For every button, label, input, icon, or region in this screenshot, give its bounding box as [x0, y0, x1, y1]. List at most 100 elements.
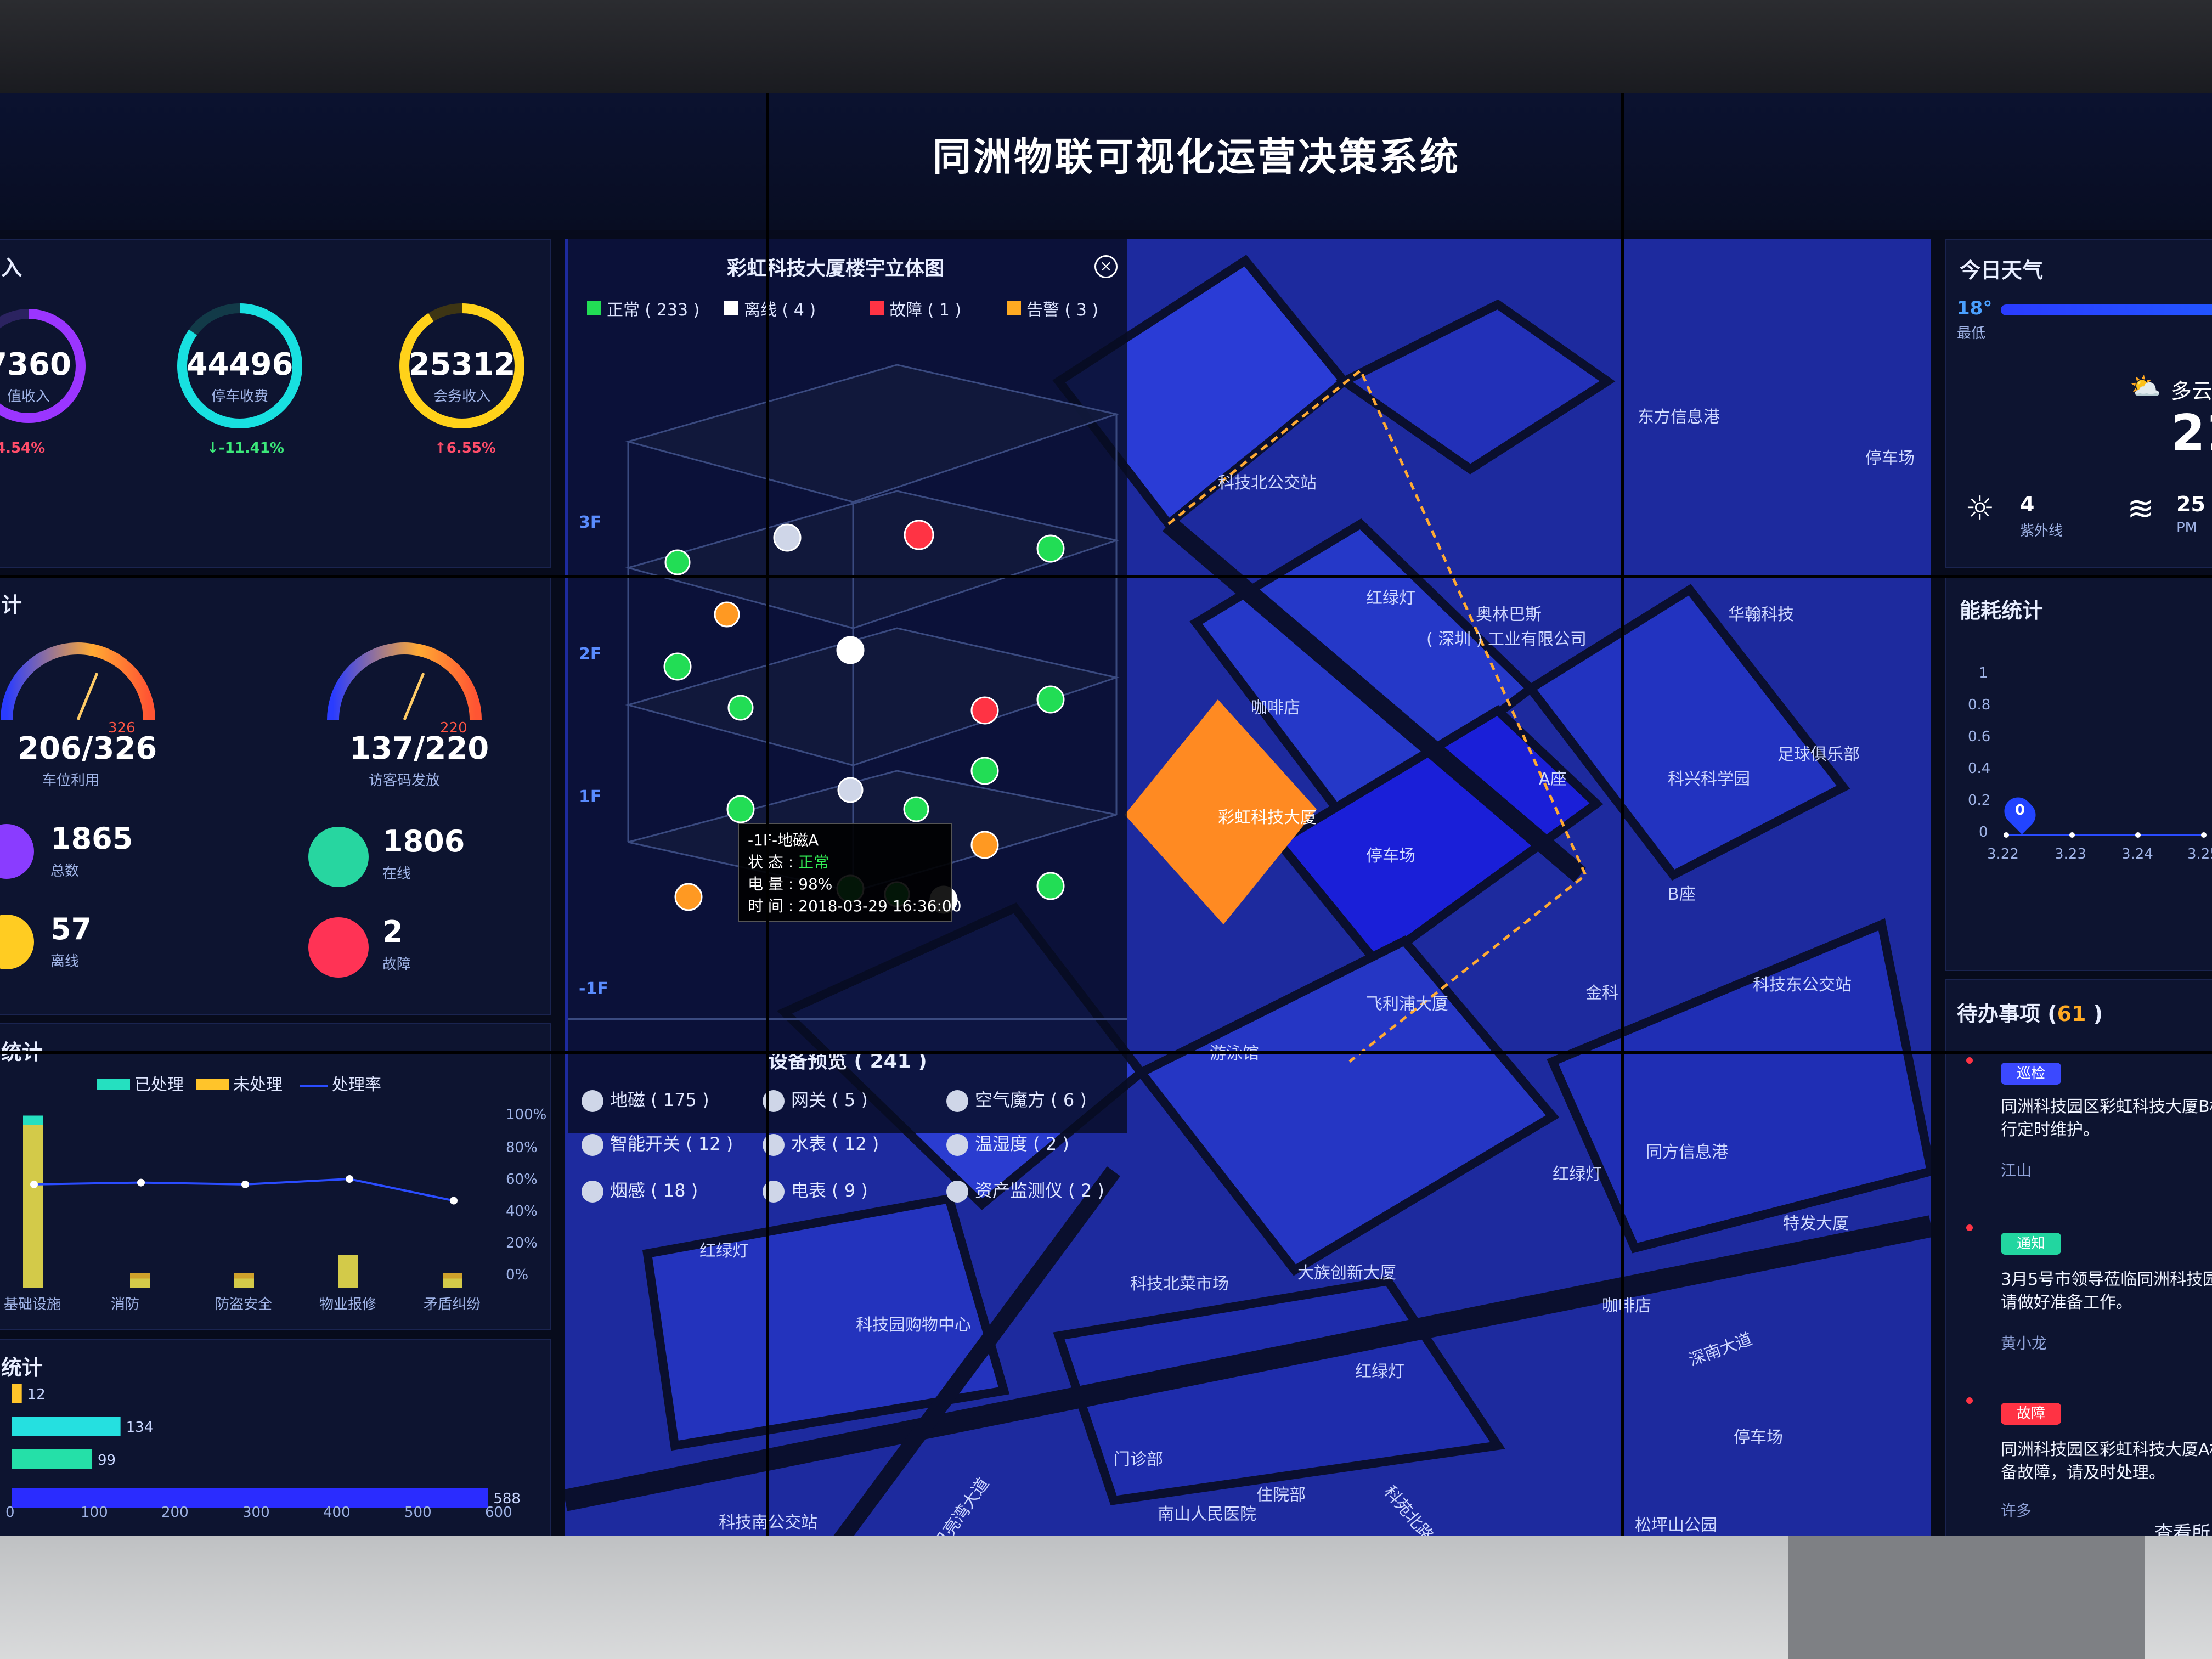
energy-chart — [2004, 832, 2207, 838]
todo-text-1[interactable]: 同洲科技园区彩虹科技大厦B栋进行定时维护。 — [2001, 1096, 2212, 1142]
smart-switch-icon — [582, 1134, 603, 1156]
rate-point-0[interactable] — [30, 1180, 38, 1188]
map-label-philips[interactable]: 飞利浦大厦 — [1366, 990, 1448, 1014]
map-label-b-block[interactable]: B座 — [1668, 881, 1696, 905]
map-label-traffic-1[interactable]: 红绿灯 — [1366, 584, 1415, 608]
map-label-rainbow[interactable]: 彩虹科技大厦 — [1218, 804, 1317, 828]
rate-point-2[interactable] — [241, 1180, 249, 1188]
map-label-parking-3[interactable]: 停车场 — [1734, 1424, 1783, 1448]
map-label-a-block[interactable]: A座 — [1539, 765, 1567, 789]
device-power-meter[interactable]: 电表 ( 9 ) — [763, 1177, 868, 1203]
temp-bar — [2001, 304, 2212, 315]
map-label-cafe-1[interactable]: 咖啡店 — [1251, 694, 1300, 718]
legend-normal-swatch — [587, 301, 601, 315]
map-label-hospital[interactable]: 南山人民医院 — [1158, 1500, 1256, 1525]
map-label-traffic-2[interactable]: 红绿灯 — [1553, 1160, 1602, 1184]
todo-text-3[interactable]: 同洲科技园区彩虹科技大厦A栋设备故障，请及时处理。 — [2001, 1438, 2212, 1485]
tooltip-time: 时 间 : 2018-03-29 16:36:00 — [748, 897, 962, 915]
map-label-parking-1[interactable]: 停车场 — [1865, 444, 1915, 469]
device-air-cube[interactable]: 空气魔方 ( 6 ) — [946, 1086, 1087, 1112]
device-water-meter[interactable]: 水表 ( 12 ) — [763, 1130, 879, 1156]
legend-rate-swatch — [300, 1084, 328, 1087]
device-magnetic[interactable]: 地磁 ( 175 ) — [582, 1086, 709, 1112]
rate-point-4[interactable] — [450, 1197, 458, 1205]
wall-top — [0, 0, 2212, 93]
map-label-market[interactable]: 科技北菜市场 — [1130, 1270, 1229, 1294]
legend-fault[interactable]: 故障 ( 1 ) — [870, 296, 961, 320]
rate-point-1[interactable] — [137, 1178, 145, 1187]
map-label-kexing[interactable]: 科兴科学园 — [1668, 765, 1750, 789]
todo-panel: 待办事项 (61 ) 巡检 同洲科技园区彩虹科技大厦B栋进行定时维护。 江山 通… — [1945, 979, 2212, 1542]
rate-point-3[interactable] — [346, 1175, 353, 1183]
total-label: 总数 — [50, 863, 80, 879]
tooltip-name: -1F-地磁A — [748, 831, 819, 849]
legend-offline[interactable]: 离线 ( 4 ) — [724, 296, 816, 320]
uv-label: 紫外线 — [2020, 523, 2063, 539]
floor-2f[interactable]: 2F — [579, 645, 601, 664]
y-tick-100: 100% — [506, 1107, 547, 1123]
device-smart-switch[interactable]: 智能开关 ( 12 ) — [582, 1130, 733, 1156]
bar-unprocessed-2[interactable] — [234, 1273, 254, 1288]
map-label-olympus-2[interactable]: ( 深圳 ) 工业有限公司 — [1426, 625, 1587, 650]
building-title: 彩虹科技大厦楼宇立体图 — [727, 257, 945, 280]
device-humidity[interactable]: 温湿度 ( 2 ) — [946, 1130, 1069, 1156]
map-label-cafe-2[interactable]: 咖啡店 — [1602, 1292, 1651, 1316]
map-label-dazu[interactable]: 大族创新大厦 — [1297, 1259, 1396, 1283]
map-label-mall[interactable]: 科技园购物中心 — [856, 1311, 971, 1335]
todo-badge-2[interactable]: 通知 — [2001, 1233, 2061, 1255]
device-smoke[interactable]: 烟感 ( 18 ) — [582, 1177, 698, 1203]
page-title: 同洲物联可视化运营决策系统 — [933, 134, 1460, 179]
todo-badge-1[interactable]: 巡检 — [2001, 1063, 2061, 1085]
energy-point-1[interactable] — [2069, 832, 2075, 838]
map-label-olympus[interactable]: 奥林巴斯 — [1476, 601, 1542, 625]
devices-title: 设备预览 ( 241 ) — [768, 1050, 927, 1073]
map-label-traffic-3[interactable]: 红绿灯 — [1355, 1358, 1404, 1382]
map-label-football[interactable]: 足球俱乐部 — [1778, 741, 1860, 765]
bar-unprocessed-4[interactable] — [443, 1273, 462, 1288]
ring-change-2: ↓-11.41% — [207, 440, 284, 456]
map-label-jinke[interactable]: 金科 — [1585, 979, 1618, 1003]
x-tick-100: 100 — [81, 1504, 108, 1521]
hbar-1[interactable] — [12, 1417, 121, 1436]
map-label-bus-north[interactable]: 科技北公交站 — [1218, 469, 1317, 493]
legend-alarm[interactable]: 告警 ( 3 ) — [1007, 296, 1098, 320]
legend-normal[interactable]: 正常 ( 233 ) — [587, 296, 699, 320]
bar-unprocessed-0[interactable] — [23, 1125, 43, 1288]
hbar-2[interactable] — [12, 1449, 93, 1469]
map-label-songping[interactable]: 松坪山公园 — [1635, 1511, 1717, 1536]
device-gateway[interactable]: 网关 ( 5 ) — [763, 1086, 868, 1112]
close-icon[interactable]: × — [1094, 255, 1118, 278]
ring-change-1: 4.54% — [0, 440, 46, 456]
todo-text-2[interactable]: 3月5号市领导莅临同洲科技园区，请做好准备工作。 — [2001, 1268, 2212, 1314]
map-label-huahan[interactable]: 华翰科技 — [1728, 601, 1794, 625]
offline-icon — [0, 915, 34, 969]
device-asset-monitor[interactable]: 资产监测仪 ( 2 ) — [946, 1177, 1104, 1203]
floor-3f[interactable]: 3F — [579, 513, 601, 532]
map-label-parking-2[interactable]: 停车场 — [1366, 842, 1415, 866]
map-label-traffic-4[interactable]: 红绿灯 — [699, 1237, 749, 1261]
todo-badge-3[interactable]: 故障 — [2001, 1403, 2061, 1425]
bar-unprocessed-1[interactable] — [130, 1273, 150, 1288]
map-label-inpatient[interactable]: 住院部 — [1256, 1481, 1306, 1505]
ring-value-2: 44496 — [186, 347, 294, 382]
hbar-0[interactable] — [12, 1384, 22, 1403]
floor-b1[interactable]: -1F — [579, 979, 608, 998]
events-x-label: 矛盾纠纷 — [424, 1296, 481, 1313]
map-label-bus-east[interactable]: 科技东公交站 — [1753, 971, 1852, 995]
tooltip-power: 电 量 : 98% — [748, 875, 833, 893]
floor-1f[interactable]: 1F — [579, 787, 601, 806]
map-label-tefa[interactable]: 特发大厦 — [1783, 1210, 1849, 1234]
y-tick-60: 60% — [506, 1171, 538, 1188]
map-label-outpatient[interactable]: 门诊部 — [1114, 1446, 1163, 1470]
energy-point-2[interactable] — [2135, 832, 2141, 838]
legend-normal-label: 正常 ( 233 ) — [607, 301, 700, 320]
map-label-dongfang[interactable]: 东方信息港 — [1638, 403, 1720, 427]
thermometer-icon — [946, 1134, 968, 1156]
pedestal-box — [1788, 1536, 2145, 1659]
map-label-tongfang[interactable]: 同方信息港 — [1646, 1138, 1728, 1163]
energy-point-3[interactable] — [2201, 832, 2207, 838]
fault-icon — [308, 917, 369, 978]
offline-value: 57 — [50, 912, 92, 946]
energy-point-0[interactable] — [2004, 832, 2009, 838]
bar-unprocessed-3[interactable] — [338, 1255, 358, 1288]
